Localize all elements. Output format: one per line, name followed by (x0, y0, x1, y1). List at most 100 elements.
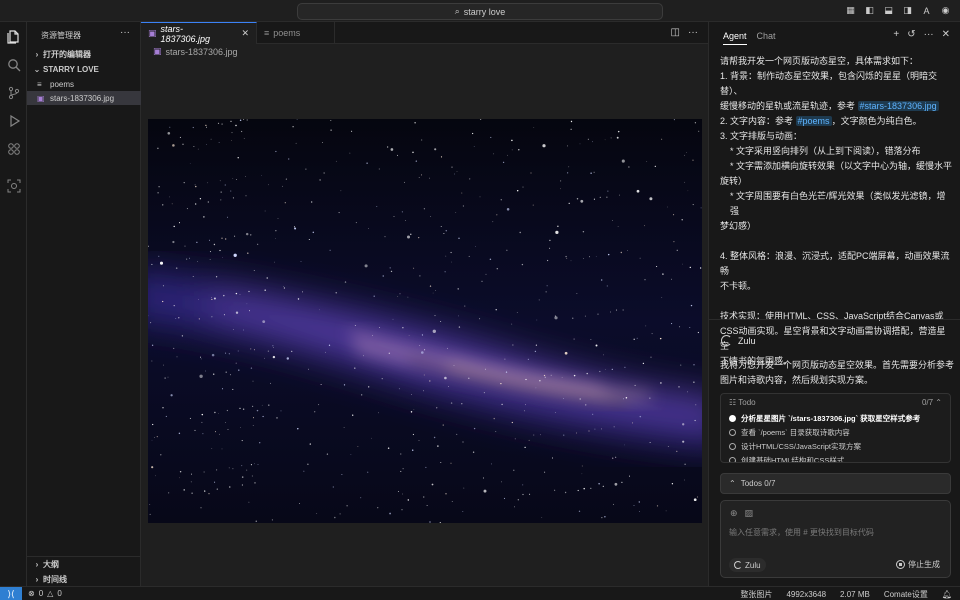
toggle-secondary-sidebar-icon[interactable]: ◨ (901, 4, 914, 17)
command-search[interactable]: ⌕ starry love (297, 3, 663, 20)
todo-title: ☷ Todo (729, 398, 756, 407)
file-reference-tag[interactable]: #poems (795, 116, 832, 126)
tab-bar: ▣ stars-1837306.jpg ✕ ≡ poems ◫ ··· (141, 22, 708, 44)
open-editors-label: 打开的编辑器 (43, 49, 91, 59)
pending-icon (729, 442, 736, 450)
in-progress-icon (729, 414, 736, 422)
breadcrumb-file: stars-1837306.jpg (165, 46, 238, 57)
layout-icon[interactable]: ▦ (844, 4, 857, 17)
image-view-mode[interactable]: 整张图片 (740, 589, 772, 600)
add-context-icon[interactable]: ⊕ (730, 508, 738, 519)
starry-sky-image (148, 119, 702, 523)
chat-input-placeholder[interactable]: 输入任意需求，使用 # 更快找到目标代码 (729, 527, 874, 538)
comate-settings[interactable]: Comate设置 (884, 589, 928, 600)
breadcrumb[interactable]: ▣ stars-1837306.jpg (153, 46, 238, 57)
image-file-icon: ▣ (148, 28, 157, 38)
more-actions-icon[interactable]: ··· (120, 27, 130, 38)
tab-chat[interactable]: Chat (757, 31, 776, 45)
message-line: 3. 文字排版与动画： (720, 131, 803, 141)
assistant-reply: 我将为您开发一个网页版动态星空效果。首先需要分析参考 图片和诗歌内容，然后规划实… (720, 360, 955, 385)
message-line: * 文字采用竖向排列（从上到下阅读），错落分布 (730, 146, 921, 156)
chevron-right-icon: › (35, 49, 39, 59)
message-line: 请帮我开发一个网页版动态星空，具体需求如下： (720, 56, 919, 66)
todos-toggle[interactable]: ⌃ Todos 0/7 (720, 473, 951, 494)
file-reference-tag[interactable]: #stars-1837306.jpg (857, 101, 939, 111)
text-file-icon: ≡ (264, 28, 270, 38)
close-icon[interactable]: ✕ (241, 28, 249, 39)
run-debug-icon[interactable] (6, 113, 21, 128)
message-line: 不卡顿。 (720, 281, 757, 291)
search-text: starry love (463, 6, 506, 17)
remote-explorer-icon[interactable] (6, 178, 21, 193)
tab-poems[interactable]: ≡ poems (257, 22, 335, 44)
more-actions-icon[interactable]: ··· (924, 29, 934, 40)
message-line: 1. 背景：制作动态星空效果，包含闪烁的星星（明暗交替）、 (720, 71, 938, 96)
tab-label: poems (273, 28, 301, 38)
title-bar: ⌕ starry love ▦ ◧ ⬓ ◨ A ◉ (0, 0, 960, 22)
add-icon[interactable]: + (893, 29, 899, 40)
explorer-sidebar: 资源管理器 ··· › 打开的编辑器 ⌄ STARRY LOVE ≡ poems… (27, 22, 141, 586)
file-name: stars-1837306.jpg (50, 93, 115, 103)
chat-input-box[interactable]: ⊕ ▨ 输入任意需求，使用 # 更快找到目标代码 Zulu 停止生成 (720, 500, 951, 578)
explorer-icon[interactable] (6, 29, 21, 44)
extensions-icon[interactable] (6, 141, 21, 156)
remote-indicator-icon[interactable]: ⟩⟨ (0, 587, 22, 600)
chevron-down-icon: ⌄ (33, 64, 41, 74)
chevron-up-icon: ⌃ (935, 398, 942, 407)
text-file-icon: ≡ (37, 79, 42, 89)
more-actions-icon[interactable]: ··· (688, 27, 698, 38)
message-line: * 文字周围要有白色光芒/辉光效果（类似发光滤镜，增强 (730, 191, 946, 216)
account-icon[interactable]: ◉ (939, 4, 952, 17)
outline-section[interactable]: › 大纲 (27, 557, 141, 571)
timeline-section[interactable]: › 时间线 (27, 572, 141, 586)
activity-bar (0, 22, 27, 586)
chevron-right-icon: › (35, 559, 39, 569)
todo-item: 分析星星图片 `/stars-1837306.jpg` 获取星空样式参考 (721, 411, 950, 425)
outline-label: 大纲 (43, 559, 59, 569)
source-control-icon[interactable] (6, 85, 21, 100)
image-size: 2.07 MB (840, 590, 870, 599)
image-file-icon: ▣ (153, 46, 162, 56)
image-dimensions: 4992x3648 (786, 590, 827, 599)
sidebar-title: 资源管理器 (41, 31, 81, 40)
folder-section[interactable]: ⌄ STARRY LOVE (27, 62, 141, 76)
image-upload-icon[interactable]: ▨ (745, 508, 754, 519)
problems-indicator[interactable]: ⊗ 0 △ 0 (28, 589, 62, 598)
tab-agent[interactable]: Agent (723, 31, 747, 45)
file-item-poems[interactable]: ≡ poems (27, 77, 141, 91)
todo-item: 创建基础HTML结构和CSS样式 (721, 453, 950, 462)
split-editor-icon[interactable]: ◫ (671, 27, 680, 38)
assistant-name: Zulu (738, 335, 756, 346)
toggle-sidebar-icon[interactable]: ◧ (863, 4, 876, 17)
agent-panel: Agent Chat + ↺ ··· ✕ 请帮我开发一个网页版动态星空，具体需求… (708, 22, 960, 586)
history-icon[interactable]: ↺ (907, 29, 915, 40)
folder-label: STARRY LOVE (43, 64, 99, 74)
bell-icon[interactable]: 🔔︎ (942, 590, 952, 599)
message-line: 4. 整体风格：浪漫、沉浸式，适配PC端屏幕，动画效果流畅 (720, 251, 950, 276)
model-selector[interactable]: Zulu (729, 558, 766, 572)
tab-stars-image[interactable]: ▣ stars-1837306.jpg ✕ (141, 22, 257, 44)
message-line: * 文字需添加横向旋转效果（以文字中心为轴，缓慢水平 (730, 161, 953, 171)
close-icon[interactable]: ✕ (942, 29, 950, 40)
open-editors-section[interactable]: › 打开的编辑器 (27, 47, 141, 61)
stop-generation-button[interactable]: 停止生成 (896, 559, 940, 570)
todo-count: 0/7 ⌃ (921, 398, 942, 407)
search-icon[interactable] (6, 57, 21, 72)
user-message: 请帮我开发一个网页版动态星空，具体需求如下： 1. 背景：制作动态星空效果，包含… (720, 54, 954, 369)
error-icon: ⊗ (28, 589, 35, 598)
todos-label: Todos 0/7 (740, 479, 776, 488)
image-preview[interactable] (148, 119, 702, 523)
tab-label: stars-1837306.jpg (160, 23, 211, 44)
message-line: 缓慢移动的星轨或流星轨迹，参考 #stars-1837306.jpg (720, 101, 939, 111)
file-item-image[interactable]: ▣ stars-1837306.jpg (27, 91, 141, 105)
message-line: 技术实现：使用HTML、CSS、JavaScript结合Canvas或 (720, 311, 944, 321)
zulu-logo-icon (734, 561, 742, 569)
chevron-up-icon: ⌃ (729, 479, 736, 488)
toggle-panel-icon[interactable]: ⬓ (882, 4, 895, 17)
list-icon: ☷ (729, 398, 737, 407)
translate-icon[interactable]: A (920, 4, 933, 17)
image-file-icon: ▣ (37, 93, 45, 103)
divider (709, 319, 960, 320)
assistant-header: Zulu (721, 335, 756, 346)
message-line: 梦幻感） (720, 221, 757, 231)
